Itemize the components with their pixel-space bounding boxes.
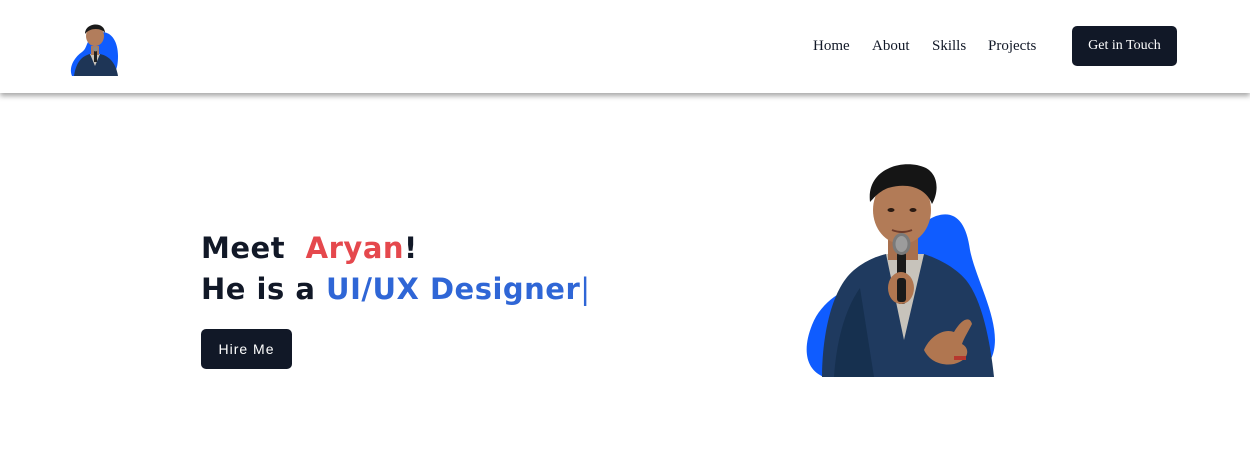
hero-line-role: He is a UI/UX Designer| [201,269,591,310]
nav-links: Home About Skills Projects [813,36,1044,56]
nav-projects-link[interactable]: Projects [988,36,1044,56]
hire-me-button[interactable]: Hire Me [201,329,292,369]
intro-label: He is a [201,272,316,306]
hero-heading: Meet Aryan! He is a UI/UX Designer| [201,228,591,310]
hero-line-meet: Meet Aryan! [201,228,591,269]
navbar: Home About Skills Projects Get in Touch [0,0,1250,93]
typing-caret: | [580,272,591,306]
portrait-logo-icon[interactable] [68,16,122,78]
nav-skills-link[interactable]: Skills [932,36,988,56]
nav-about-link[interactable]: About [872,36,932,56]
meet-label: Meet [201,231,286,265]
nav-home-link[interactable]: Home [813,36,872,56]
get-in-touch-button[interactable]: Get in Touch [1072,26,1177,66]
hero-name: Aryan [305,231,405,265]
speaker-portrait-image [804,160,1000,377]
hero-role: UI/UX Designer [326,272,581,306]
exclaim-mark: ! [404,231,418,265]
